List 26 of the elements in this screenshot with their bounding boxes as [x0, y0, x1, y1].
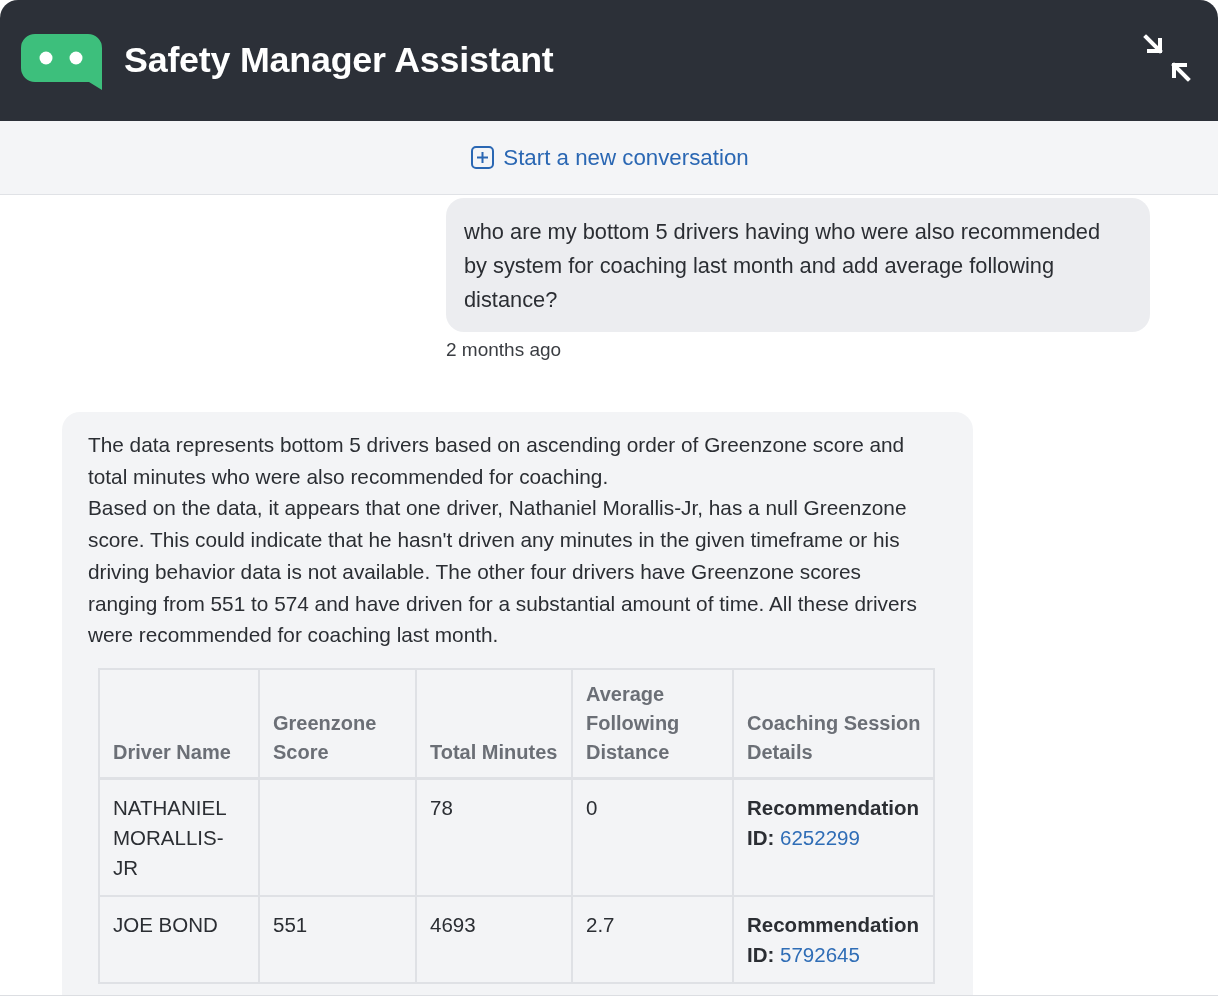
new-conversation-link[interactable]: Start a new conversation: [471, 144, 749, 171]
column-header: Greenzone Score: [259, 668, 416, 779]
message-text: who are my bottom 5 drivers having who were also recommended by system for coaching last month and add average following distance?: [464, 218, 1102, 314]
table-cell: 0: [572, 778, 733, 896]
table-cell: JOE BOND: [99, 895, 259, 983]
table-cell: 551: [259, 895, 416, 983]
table-cell: 2.7: [572, 895, 733, 983]
column-header: Coaching Session Details: [733, 668, 934, 779]
collapse-icon: [1143, 33, 1191, 82]
plus-square-icon: [471, 146, 495, 169]
message-time: 2 months ago: [446, 338, 562, 362]
table-cell: 4693: [416, 895, 572, 983]
message-text: Based on the data, it appears that one driver, Nathaniel Morallis-Jr, has a null Greenzone score. This could indicate that he hasn't driven any minutes in the given timeframe or his driving behavior data is not available. The other four drivers have Greenzone scores ranging from 551 to 574 and have driven for a substantial amount of time. All these drivers were recommended for coaching last month.: [88, 495, 918, 649]
chat-bubble-logo-icon: [21, 33, 102, 90]
message-text: The data represents bottom 5 drivers based on ascending order of Greenzone score and total minutes who were also recommended for coaching.: [88, 432, 906, 490]
column-header: Total Minutes: [416, 668, 572, 779]
table-cell: 78: [416, 778, 572, 896]
recommendation-text: Recommendation ID: 5792645: [747, 912, 919, 966]
table-cell: NATHANIEL MORALLIS-JR: [99, 778, 259, 896]
column-header: Average Following Distance: [572, 668, 733, 779]
column-header: Driver Name: [99, 668, 259, 779]
recommendation-text: Recommendation ID: 6252299: [747, 795, 919, 849]
recommendation-id-link[interactable]: 5792645: [780, 942, 860, 966]
recommendation-id-link[interactable]: 6252299: [780, 825, 860, 849]
app-title: Safety Manager Assistant: [124, 40, 555, 81]
collapse-button[interactable]: [1143, 33, 1191, 82]
